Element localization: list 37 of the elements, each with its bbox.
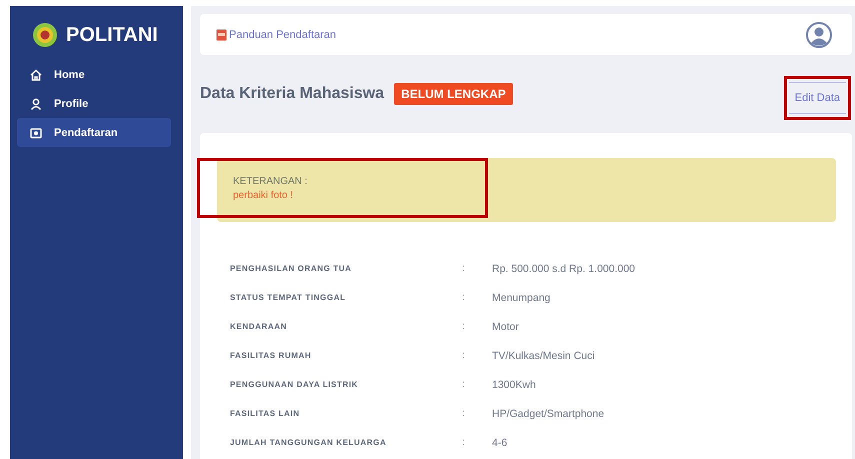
- field-label: KENDARAAN: [230, 322, 288, 331]
- book-icon: [216, 28, 227, 40]
- field-label: STATUS TEMPAT TINGGAL: [230, 293, 347, 302]
- colon-separator: :: [462, 263, 466, 274]
- field-value: Rp. 500.000 s.d Rp. 1.000.000: [492, 262, 636, 274]
- colon-separator: :: [462, 292, 466, 303]
- sidebar-item[interactable]: Pendaftaran: [17, 118, 171, 147]
- field-value: TV/Kulkas/Mesin Cuci: [492, 350, 596, 362]
- field-label: JUMLAH TANGGUNGAN KELUARGA: [230, 438, 388, 447]
- notice-message: perbaiki foto !: [233, 190, 294, 201]
- sidebar-item[interactable]: Home: [10, 60, 171, 89]
- colon-separator: :: [462, 408, 466, 419]
- brand-name: POLITANI: [66, 24, 158, 46]
- colon-separator: :: [462, 321, 466, 332]
- camera-icon: [30, 126, 42, 138]
- field-value: 4-6: [492, 436, 508, 448]
- status-badge: BELUM LENGKAP: [394, 83, 513, 105]
- page-title: Data Kriteria Mahasiswa: [200, 85, 384, 103]
- field-label: FASILITAS LAIN: [230, 409, 301, 418]
- avatar-icon[interactable]: [806, 22, 832, 48]
- colon-separator: :: [462, 350, 466, 361]
- colon-separator: :: [462, 437, 466, 448]
- field-label: PENGHASILAN ORANG TUA: [230, 264, 352, 273]
- field-value: Menumpang: [492, 292, 552, 304]
- field-label: PENGGUNAAN DAYA LISTRIK: [230, 380, 360, 389]
- logo-icon: [32, 22, 58, 48]
- field-label: FASILITAS RUMAH: [230, 351, 312, 360]
- home-icon: [30, 68, 42, 80]
- guide-link[interactable]: Panduan Pendaftaran: [216, 28, 336, 40]
- colon-separator: :: [462, 379, 466, 390]
- edit-data-button[interactable]: Edit Data: [788, 82, 846, 114]
- field-value: HP/Gadget/Smartphone: [492, 408, 606, 420]
- user-icon: [30, 98, 42, 110]
- sidebar-item[interactable]: Profile: [10, 89, 171, 118]
- field-value: 1300Kwh: [492, 378, 537, 390]
- notice-title: KETERANGAN :: [233, 176, 308, 187]
- field-value: Motor: [492, 320, 520, 332]
